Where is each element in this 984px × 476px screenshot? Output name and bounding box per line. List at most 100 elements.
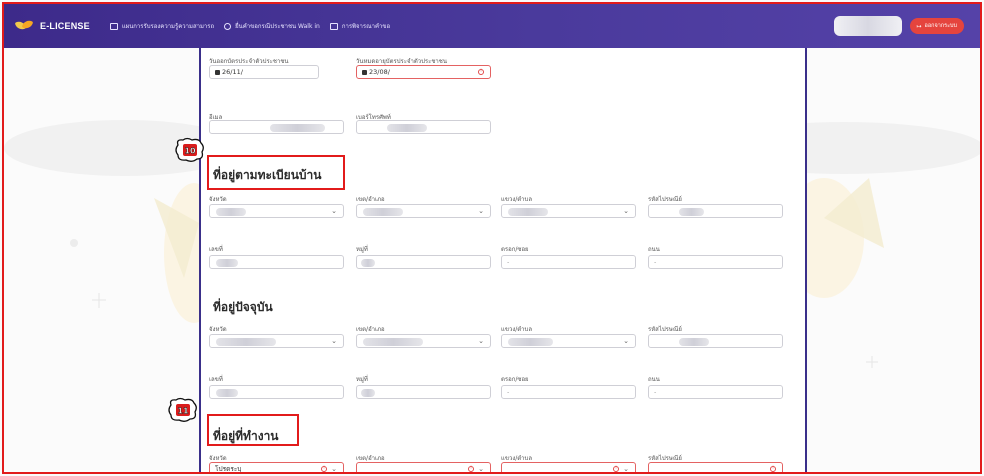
- calendar-icon: [215, 69, 220, 75]
- house-soi-label: ตรอก/ซอย: [501, 246, 529, 253]
- current-house-no-field[interactable]: [209, 385, 344, 399]
- step-badge-11: 11: [168, 397, 197, 422]
- step-badge-10-number: 10: [184, 147, 196, 156]
- work-subdistrict-select[interactable]: ! ⌄: [501, 462, 636, 473]
- current-postcode-field[interactable]: [648, 334, 783, 348]
- chevron-down-icon: ⌄: [331, 337, 337, 345]
- house-district-label: เขต/อำเภอ: [356, 196, 385, 203]
- expire-date-value: 23/08/: [369, 68, 390, 76]
- phone-field[interactable]: [356, 120, 491, 134]
- house-road-label: ถนน: [648, 246, 660, 253]
- house-subdistrict-value-blurred: [508, 208, 548, 216]
- chevron-down-icon: ⌄: [331, 465, 337, 473]
- logout-icon: ↦: [916, 23, 922, 30]
- house-postcode-label: รหัสไปรษณีย์: [648, 196, 682, 203]
- brand-name: E-LICENSE: [40, 21, 90, 31]
- current-soi-placeholder: -: [507, 388, 510, 396]
- chevron-down-icon: ⌄: [331, 207, 337, 215]
- chevron-down-icon: ⌄: [478, 465, 484, 473]
- house-no-field[interactable]: [209, 255, 344, 269]
- highlight-box-work: [207, 414, 299, 446]
- chevron-down-icon: ⌄: [623, 207, 629, 215]
- current-province-value-blurred: [216, 338, 276, 346]
- error-icon: !: [478, 69, 484, 75]
- house-soi-placeholder: -: [507, 258, 510, 266]
- work-province-select[interactable]: โปรดระบุ ! ⌄: [209, 462, 344, 473]
- house-district-select[interactable]: ⌄: [356, 204, 491, 218]
- current-district-select[interactable]: ⌄: [356, 334, 491, 348]
- current-moo-field[interactable]: [356, 385, 491, 399]
- error-icon: !: [613, 466, 619, 472]
- nav-item-walkin[interactable]: ยื่นคำขอกรณีประชาชน Walk in: [224, 21, 320, 31]
- nav-item-review[interactable]: การพิจารณาคำขอ: [329, 21, 391, 31]
- email-value-blurred: [270, 124, 325, 132]
- house-subdistrict-select[interactable]: ⌄: [501, 204, 636, 218]
- current-house-no-label: เลขที่: [209, 376, 223, 383]
- brand[interactable]: E-LICENSE: [14, 18, 90, 33]
- logout-button[interactable]: ↦ ออกจากระบบ: [909, 18, 964, 34]
- email-field[interactable]: [209, 120, 344, 134]
- house-province-select[interactable]: ⌄: [209, 204, 344, 218]
- issue-date-field[interactable]: 26/11/: [209, 65, 319, 79]
- house-postcode-field[interactable]: [648, 204, 783, 218]
- current-postcode-value-blurred: [679, 338, 709, 346]
- current-road-placeholder: -: [654, 388, 657, 396]
- house-moo-label: หมู่ที่: [356, 246, 368, 253]
- expire-date-field[interactable]: 23/08/ !: [356, 65, 491, 79]
- top-right-area: ↦ ออกจากระบบ: [833, 16, 964, 36]
- house-province-label: จังหวัด: [209, 196, 227, 203]
- phone-value-blurred: [387, 124, 427, 132]
- current-subdistrict-value-blurred: [508, 338, 553, 346]
- nav-item-walkin-label: ยื่นคำขอกรณีประชาชน Walk in: [235, 23, 320, 30]
- current-moo-value-blurred: [361, 389, 375, 397]
- house-subdistrict-label: แขวง/ตำบล: [501, 196, 533, 203]
- section-title-current: ที่อยู่ปัจจุบัน: [213, 300, 273, 314]
- house-no-value-blurred: [216, 259, 238, 267]
- nav-item-plan-label: แผนการรับรองความรู้ความสามารถ: [121, 23, 215, 30]
- step-badge-10: 10: [175, 137, 204, 162]
- form-card: วันออกบัตรประจำตัวประชาชน 26/11/ วันหมดอ…: [199, 48, 807, 473]
- leaf-logo-icon: [14, 18, 34, 33]
- current-district-value-blurred: [363, 338, 423, 346]
- book-icon: [109, 22, 118, 30]
- current-road-label: ถนน: [648, 376, 660, 383]
- nav-item-review-label: การพิจารณาคำขอ: [341, 23, 391, 30]
- logout-label: ออกจากระบบ: [924, 23, 957, 29]
- work-district-select[interactable]: ! ⌄: [356, 462, 491, 473]
- issue-date-value: 26/11/: [222, 68, 243, 76]
- current-moo-label: หมู่ที่: [356, 376, 368, 383]
- work-province-value: โปรดระบุ: [215, 465, 242, 473]
- error-icon: !: [468, 466, 474, 472]
- current-subdistrict-select[interactable]: ⌄: [501, 334, 636, 348]
- chevron-down-icon: ⌄: [623, 337, 629, 345]
- current-province-select[interactable]: ⌄: [209, 334, 344, 348]
- nav-item-plan[interactable]: แผนการรับรองความรู้ความสามารถ: [109, 21, 215, 31]
- house-moo-field[interactable]: [356, 255, 491, 269]
- error-icon: !: [321, 466, 327, 472]
- house-district-value-blurred: [363, 208, 403, 216]
- highlight-box-house-reg: [207, 155, 345, 190]
- current-subdistrict-label: แขวง/ตำบล: [501, 326, 533, 333]
- current-district-label: เขต/อำเภอ: [356, 326, 385, 333]
- chevron-down-icon: ⌄: [623, 465, 629, 473]
- house-soi-field[interactable]: -: [501, 255, 636, 269]
- work-postcode-field[interactable]: !: [648, 462, 783, 472]
- error-icon: !: [770, 466, 776, 472]
- current-road-field[interactable]: -: [648, 385, 783, 399]
- house-no-label: เลขที่: [209, 246, 223, 253]
- house-postcode-value-blurred: [679, 208, 704, 216]
- current-soi-field[interactable]: -: [501, 385, 636, 399]
- document-icon: [329, 22, 338, 30]
- main-nav: แผนการรับรองความรู้ความสามารถ ยื่นคำขอกร…: [109, 21, 400, 31]
- house-province-value-blurred: [216, 208, 246, 216]
- house-moo-value-blurred: [361, 259, 375, 267]
- user-menu[interactable]: [833, 16, 902, 36]
- current-postcode-label: รหัสไปรษณีย์: [648, 326, 682, 333]
- current-province-label: จังหวัด: [209, 326, 227, 333]
- calendar-icon: [362, 69, 367, 75]
- page-frame: E-LICENSE แผนการรับรองความรู้ความสามารถ …: [2, 2, 982, 474]
- top-navbar: E-LICENSE แผนการรับรองความรู้ความสามารถ …: [4, 4, 980, 48]
- current-house-no-value-blurred: [216, 389, 238, 397]
- chevron-down-icon: ⌄: [478, 207, 484, 215]
- house-road-field[interactable]: -: [648, 255, 783, 269]
